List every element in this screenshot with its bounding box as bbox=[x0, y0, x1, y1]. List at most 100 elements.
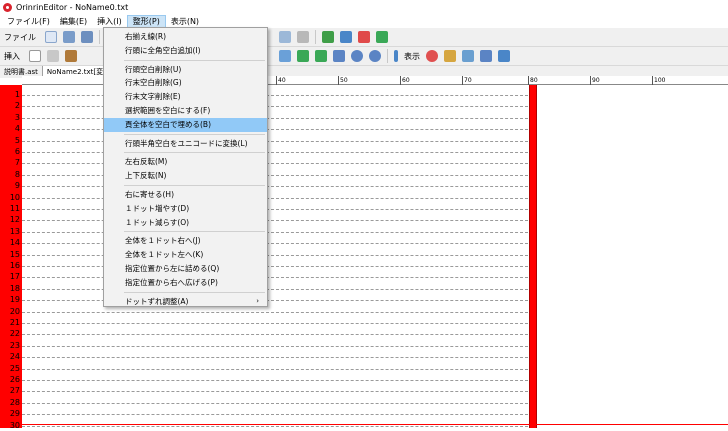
line-number: 17 bbox=[9, 272, 20, 282]
text-row bbox=[22, 357, 528, 359]
page-icon[interactable] bbox=[29, 50, 41, 62]
ruler-mark: 40 bbox=[276, 76, 286, 85]
menu-item[interactable]: 指定位置から左に詰める(Q) bbox=[104, 262, 267, 276]
menu-separator bbox=[124, 152, 265, 154]
text-row bbox=[22, 300, 528, 302]
menu-item[interactable]: 右に寄せる(H) bbox=[104, 188, 267, 202]
line-number: 3 bbox=[14, 112, 20, 122]
text-row bbox=[22, 231, 528, 233]
line-number: 14 bbox=[9, 238, 20, 248]
line-number: 8 bbox=[14, 169, 20, 179]
menu-separator bbox=[124, 59, 265, 61]
menu-item[interactable]: 行末空白削除(G) bbox=[104, 76, 267, 90]
line-number: 11 bbox=[9, 204, 20, 213]
grid-icon[interactable] bbox=[279, 31, 291, 43]
ruler-mark: 70 bbox=[462, 76, 472, 85]
menu-separator bbox=[124, 291, 265, 293]
image-icon[interactable] bbox=[462, 50, 474, 62]
line-number: 21 bbox=[9, 318, 20, 327]
menu-item[interactable]: 行頭半角空白をユニコードに変換(L) bbox=[104, 137, 267, 151]
window-title: OrinrinEditor - NoName0.txt bbox=[16, 2, 129, 12]
text-row bbox=[22, 220, 528, 222]
text-row bbox=[22, 197, 528, 199]
toolbar-separator bbox=[99, 30, 100, 44]
line-number: 2 bbox=[14, 101, 20, 111]
dot-right-icon[interactable] bbox=[369, 50, 381, 62]
menu-item[interactable]: 行頭に全角空白追加(I) bbox=[104, 44, 267, 58]
arrow-right-icon[interactable] bbox=[297, 50, 309, 62]
menu-item[interactable]: 全体を１ドット左へ(K) bbox=[104, 248, 267, 262]
menu-item[interactable]: 左右反転(M) bbox=[104, 155, 267, 169]
new-file-icon[interactable] bbox=[45, 31, 57, 43]
arrow-down-icon[interactable] bbox=[315, 50, 327, 62]
menu-item[interactable]: 頁全体を空白で埋める(B) bbox=[104, 117, 267, 132]
cube-icon[interactable] bbox=[297, 31, 309, 43]
toolbar-separator bbox=[315, 30, 316, 44]
cut-icon[interactable] bbox=[358, 31, 370, 43]
right-margin-bar bbox=[529, 85, 537, 428]
green-box-icon[interactable] bbox=[322, 31, 334, 43]
menu-item[interactable]: 行頭空白削除(U) bbox=[104, 63, 267, 77]
marker-icon[interactable] bbox=[394, 50, 398, 62]
line-number: 28 bbox=[9, 397, 20, 407]
menu-format[interactable]: 整形(P) bbox=[126, 14, 166, 28]
brush-icon[interactable] bbox=[65, 50, 77, 62]
view-toolbar-label: 表示 bbox=[404, 51, 420, 61]
save-file-icon[interactable] bbox=[81, 31, 93, 43]
menu-view[interactable]: 表示(N) bbox=[166, 15, 204, 28]
menu-item[interactable]: 全体を１ドット右へ(J) bbox=[104, 234, 267, 248]
text-row bbox=[22, 266, 528, 267]
text-row bbox=[22, 186, 528, 188]
menu-item[interactable]: 右揃え線(R) bbox=[104, 30, 267, 44]
text-row bbox=[22, 414, 528, 416]
menu-file[interactable]: ファイル(F) bbox=[2, 15, 55, 28]
submenu-arrow-icon: › bbox=[256, 296, 259, 305]
window-icon[interactable] bbox=[498, 50, 510, 62]
line-number: 19 bbox=[9, 295, 20, 305]
menu-item[interactable]: 行末文字削除(E) bbox=[104, 90, 267, 104]
menu-insert[interactable]: 挿入(I) bbox=[92, 15, 127, 28]
line-number: 18 bbox=[9, 283, 20, 293]
line-number: 23 bbox=[9, 340, 20, 350]
menu-separator bbox=[124, 133, 265, 135]
menu-item[interactable]: 選択範囲を空白にする(F) bbox=[104, 104, 267, 118]
text-row bbox=[22, 174, 528, 176]
line-number: 13 bbox=[9, 226, 20, 236]
table-icon[interactable] bbox=[47, 50, 59, 62]
text-row bbox=[22, 254, 528, 256]
text-row bbox=[22, 129, 528, 131]
panel-icon[interactable] bbox=[480, 50, 492, 62]
menu-edit[interactable]: 編集(E) bbox=[55, 15, 92, 28]
menu-item[interactable]: ドットずれ調整(A) › bbox=[104, 295, 267, 309]
line-number: 20 bbox=[9, 306, 20, 316]
text-row bbox=[22, 152, 528, 153]
text-row bbox=[22, 391, 528, 393]
open-file-icon[interactable] bbox=[63, 31, 75, 43]
menu-item[interactable]: 上下反転(N) bbox=[104, 169, 267, 183]
menu-item[interactable]: 指定位置から右へ広げる(P) bbox=[104, 276, 267, 290]
person-icon[interactable] bbox=[279, 50, 291, 62]
text-row bbox=[22, 243, 528, 245]
ruler-mark: 50 bbox=[338, 76, 348, 85]
paste-icon[interactable] bbox=[376, 31, 388, 43]
dot-left-icon[interactable] bbox=[351, 50, 363, 62]
line-number: 12 bbox=[9, 215, 20, 225]
menu-item[interactable]: １ドット増やす(D) bbox=[104, 202, 267, 216]
menu-item[interactable]: １ドット減らす(O) bbox=[104, 216, 267, 230]
file-toolbar-label: ファイル bbox=[4, 32, 36, 42]
line-number: 27 bbox=[9, 386, 20, 396]
menu-bar: ファイル(F) 編集(E) 挿入(I) 整形(P) 表示(N) bbox=[0, 14, 728, 28]
ruler-mark: 80 bbox=[528, 76, 538, 85]
paint-icon[interactable] bbox=[444, 50, 456, 62]
text-row bbox=[22, 368, 528, 370]
line-number: 7 bbox=[14, 158, 20, 168]
text-row bbox=[22, 209, 528, 210]
title-bar: OrinrinEditor - NoName0.txt bbox=[0, 0, 728, 14]
line-number: 4 bbox=[14, 124, 20, 134]
align-icon[interactable] bbox=[333, 50, 345, 62]
copy-icon[interactable] bbox=[340, 31, 352, 43]
heart-icon[interactable] bbox=[426, 50, 438, 62]
text-row bbox=[22, 345, 528, 347]
line-number: 29 bbox=[9, 409, 20, 419]
text-row bbox=[22, 140, 528, 142]
